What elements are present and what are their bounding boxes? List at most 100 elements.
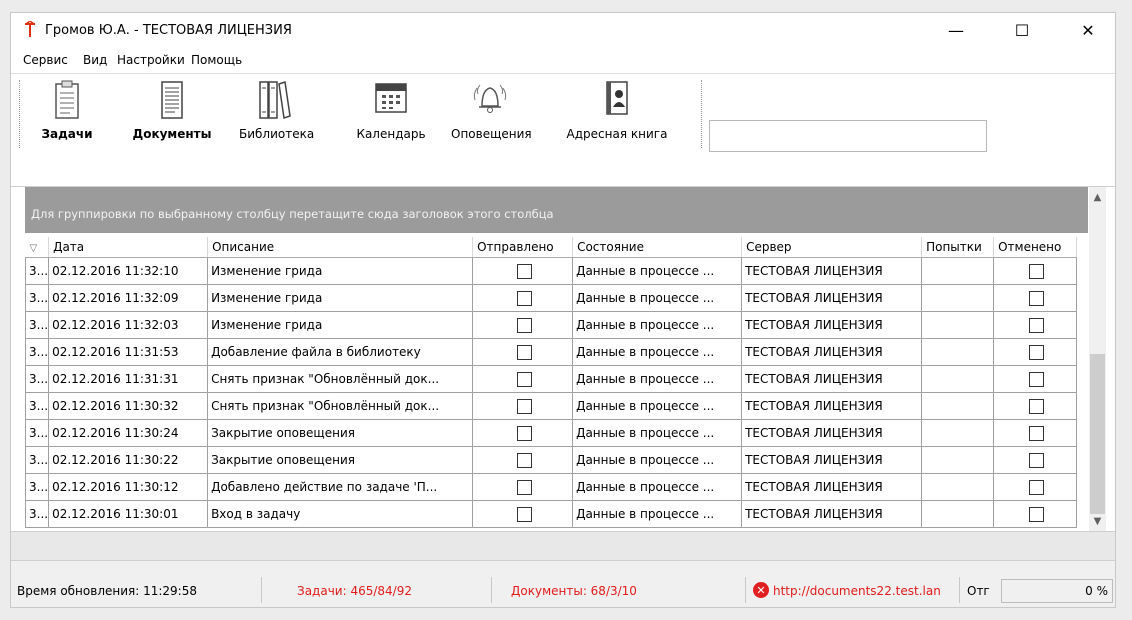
documents-counter-text: Документы: 68/3/10 [511, 584, 637, 598]
column-header-attempts[interactable]: Попытки [921, 237, 995, 258]
state-cell: Данные в процессе ... [572, 392, 743, 420]
cancelled-cell [993, 419, 1078, 447]
table-row[interactable]: 3... 02.12.2016 11:30:32 Снять признак "… [24, 392, 1078, 420]
column-header-sent[interactable]: Отправлено [472, 237, 574, 258]
scroll-down-arrow-icon[interactable]: ▼ [1089, 513, 1106, 530]
toolbar-grip[interactable] [19, 80, 22, 148]
table-row[interactable]: 3... 02.12.2016 11:31:53 Добавление файл… [24, 338, 1078, 366]
cancelled-checkbox[interactable] [1029, 506, 1045, 522]
cancelled-cell [993, 311, 1078, 339]
clipboard-icon [55, 80, 79, 119]
status-divider [745, 577, 746, 603]
scrollbar-thumb[interactable] [1090, 354, 1105, 514]
table-row[interactable]: 3... 02.12.2016 11:30:22 Закрытие оповещ… [24, 446, 1078, 474]
table-row[interactable]: 3... 02.12.2016 11:30:12 Добавлено дейст… [24, 473, 1078, 501]
vertical-scrollbar[interactable]: ▲ ▼ [1089, 187, 1106, 531]
sent-checkbox[interactable] [516, 452, 532, 468]
attempts-cell [921, 338, 995, 366]
sent-checkbox[interactable] [516, 425, 532, 441]
scroll-up-arrow-icon[interactable]: ▲ [1089, 189, 1106, 206]
notifications-label: Оповещения [451, 127, 532, 141]
description-cell: Изменение грида [207, 257, 474, 285]
address-book-button[interactable]: Адресная книга [561, 80, 673, 144]
cancelled-checkbox[interactable] [1029, 452, 1045, 468]
menu-settings[interactable]: Настройки [117, 53, 185, 67]
date-cell: 02.12.2016 11:32:10 [48, 257, 209, 285]
group-by-panel[interactable]: Для группировки по выбранному столбцу пе… [25, 187, 1088, 233]
description-cell: Снять признак "Обновлённый док... [207, 392, 474, 420]
column-header-cancelled[interactable]: Отменено [993, 237, 1078, 258]
column-header-state[interactable]: Состояние [572, 237, 743, 258]
table-row[interactable]: 3... 02.12.2016 11:32:09 Изменение грида… [24, 284, 1078, 312]
documents-button[interactable]: Документы [117, 80, 227, 144]
state-cell: Данные в процессе ... [572, 500, 743, 528]
state-cell: Данные в процессе ... [572, 365, 743, 393]
column-header-description[interactable]: Описание [207, 237, 474, 258]
row-id-cell: 3... [24, 473, 50, 501]
sent-checkbox[interactable] [516, 317, 532, 333]
maximize-button[interactable]: ☐ [999, 13, 1045, 47]
log-table: ▽ Дата Описание Отправлено Состояние Сер… [24, 237, 1078, 528]
sent-checkbox[interactable] [516, 398, 532, 414]
cancelled-cell [993, 284, 1078, 312]
status-bar: Время обновления: 11:29:58 Задачи: 465/8… [11, 573, 1115, 607]
sent-checkbox[interactable] [516, 290, 532, 306]
date-cell: 02.12.2016 11:30:22 [48, 446, 209, 474]
library-button[interactable]: Библиотека [239, 80, 314, 144]
status-divider [491, 577, 492, 603]
attempts-cell [921, 284, 995, 312]
sent-checkbox[interactable] [516, 371, 532, 387]
sent-checkbox[interactable] [516, 344, 532, 360]
cancelled-checkbox[interactable] [1029, 479, 1045, 495]
date-cell: 02.12.2016 11:31:53 [48, 338, 209, 366]
toolbar: Задачи Документы Библиотека Календарь Оп… [11, 74, 1115, 187]
tasks-button[interactable]: Задачи [27, 80, 107, 144]
table-row[interactable]: 3... 02.12.2016 11:31:31 Снять признак "… [24, 365, 1078, 393]
menu-help[interactable]: Помощь [191, 53, 242, 67]
sent-checkbox[interactable] [516, 506, 532, 522]
attempts-cell [921, 311, 995, 339]
cancelled-checkbox[interactable] [1029, 425, 1045, 441]
notifications-button[interactable]: Оповещения [451, 80, 532, 144]
server-cell: ТЕСТОВАЯ ЛИЦЕНЗИЯ [741, 473, 923, 501]
row-id-cell: 3... [24, 365, 50, 393]
server-cell: ТЕСТОВАЯ ЛИЦЕНЗИЯ [741, 284, 923, 312]
bell-icon [473, 84, 507, 113]
cancelled-checkbox[interactable] [1029, 317, 1045, 333]
table-row[interactable]: 3... 02.12.2016 11:32:03 Изменение грида… [24, 311, 1078, 339]
column-header-date[interactable]: Дата [48, 237, 209, 258]
sent-checkbox[interactable] [516, 263, 532, 279]
menu-view[interactable]: Вид [83, 53, 107, 67]
menu-service[interactable]: Сервис [23, 53, 68, 67]
table-row[interactable]: 3... 02.12.2016 11:30:24 Закрытие оповещ… [24, 419, 1078, 447]
cancelled-cell [993, 257, 1078, 285]
progress-bar: 0 % [1001, 579, 1113, 603]
cancelled-checkbox[interactable] [1029, 398, 1045, 414]
description-cell: Изменение грида [207, 284, 474, 312]
sent-cell [472, 473, 574, 501]
table-row[interactable]: 3... 02.12.2016 11:32:10 Изменение грида… [24, 257, 1078, 285]
description-cell: Изменение грида [207, 311, 474, 339]
row-id-cell: 3... [24, 392, 50, 420]
calendar-button[interactable]: Календарь [351, 80, 431, 144]
horizontal-scrollbar[interactable] [11, 531, 1115, 561]
cancelled-checkbox[interactable] [1029, 290, 1045, 306]
row-id-cell: 3... [24, 257, 50, 285]
toolbar-search-field[interactable] [709, 120, 987, 152]
table-row[interactable]: 3... 02.12.2016 11:30:01 Вход в задачу Д… [24, 500, 1078, 528]
minimize-button[interactable]: — [933, 13, 979, 47]
cancelled-checkbox[interactable] [1029, 263, 1045, 279]
sent-cell [472, 311, 574, 339]
cancelled-checkbox[interactable] [1029, 344, 1045, 360]
server-url-link[interactable]: http://documents22.test.lan [773, 584, 941, 598]
cancelled-checkbox[interactable] [1029, 371, 1045, 387]
column-header-filter[interactable]: ▽ [25, 237, 50, 258]
sent-checkbox[interactable] [516, 479, 532, 495]
filter-icon: ▽ [29, 243, 38, 254]
toolbar-grip-2[interactable] [701, 80, 704, 148]
status-divider [261, 577, 262, 603]
column-header-server[interactable]: Сервер [741, 237, 923, 258]
description-cell: Закрытие оповещения [207, 419, 474, 447]
server-cell: ТЕСТОВАЯ ЛИЦЕНЗИЯ [741, 365, 923, 393]
close-button[interactable]: ✕ [1065, 13, 1111, 47]
